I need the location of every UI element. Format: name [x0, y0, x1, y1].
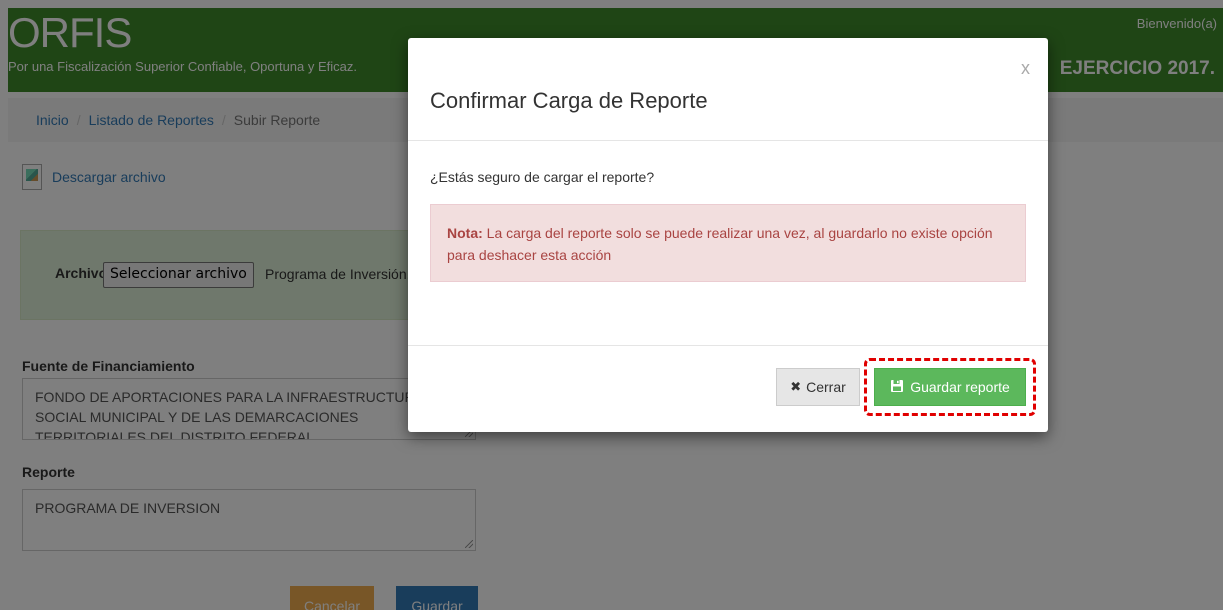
- close-icon: ✖: [790, 379, 802, 394]
- divider: [408, 140, 1048, 141]
- confirm-modal: x Confirmar Carga de Reporte ¿Estás segu…: [408, 38, 1048, 432]
- alert-note-text: La carga del reporte solo se puede reali…: [447, 225, 993, 263]
- close-button-label: Cerrar: [806, 379, 846, 395]
- modal-close-icon[interactable]: x: [1021, 58, 1030, 79]
- divider: [408, 345, 1048, 346]
- alert-note-label: Nota:: [447, 225, 483, 241]
- modal-question: ¿Estás seguro de cargar el reporte?: [430, 169, 655, 185]
- modal-title: Confirmar Carga de Reporte: [430, 88, 708, 113]
- warning-alert: Nota: La carga del reporte solo se puede…: [430, 204, 1026, 282]
- close-modal-button[interactable]: ✖ Cerrar: [776, 368, 860, 406]
- highlight-box: [864, 358, 1036, 416]
